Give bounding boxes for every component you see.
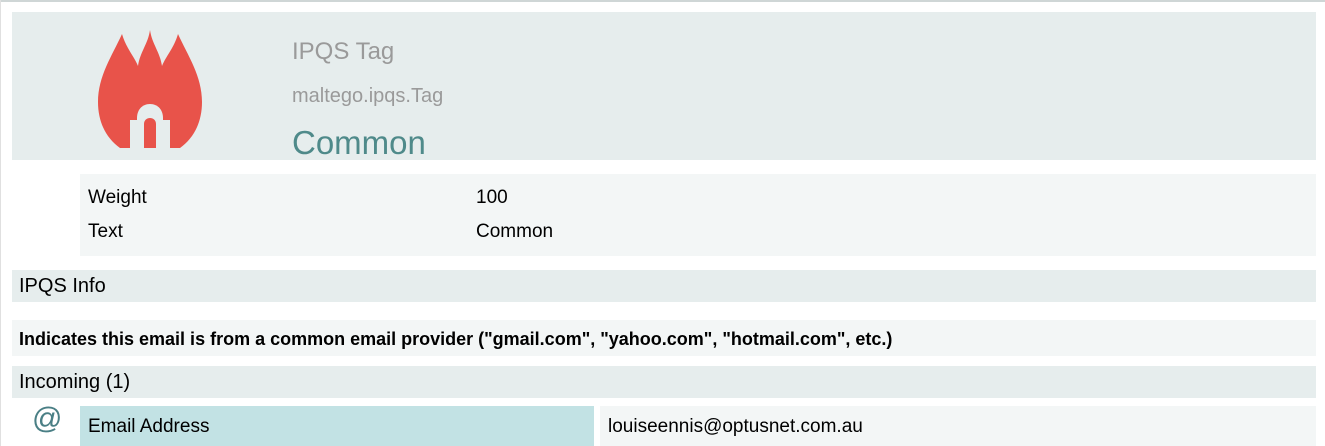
left-border: [0, 0, 1, 446]
link-value-label: louiseennis@optusnet.com.au: [608, 416, 863, 437]
link-entity-type[interactable]: Email Address: [80, 406, 594, 446]
section-title: Incoming (1): [19, 371, 131, 393]
ipqs-info-header: IPQS Info: [12, 270, 1316, 302]
property-row-text: Text Common: [80, 216, 1316, 248]
property-name: Weight: [88, 187, 147, 208]
at-sign-icon: @: [32, 402, 63, 435]
ipqs-info-description-row: Indicates this email is from a common em…: [12, 320, 1316, 356]
entity-value: Common: [292, 124, 426, 161]
flame-icon: [98, 30, 202, 148]
incoming-header: Incoming (1): [12, 366, 1316, 398]
incoming-link-row[interactable]: @ Email Address louiseennis@optusnet.com…: [12, 402, 1316, 446]
entity-type-name: IPQS Tag: [292, 38, 395, 65]
entity-type-id: maltego.ipqs.Tag: [292, 85, 444, 107]
properties-table: Weight 100 Text Common: [80, 174, 1316, 256]
entity-header: IPQS Tag maltego.ipqs.Tag Common: [12, 12, 1316, 161]
link-entity-value[interactable]: louiseennis@optusnet.com.au: [600, 406, 1316, 446]
top-border: [0, 0, 1325, 2]
property-row-weight: Weight 100: [80, 182, 1316, 214]
section-title: IPQS Info: [19, 275, 106, 297]
property-name: Text: [88, 221, 123, 242]
info-description: Indicates this email is from a common em…: [19, 329, 893, 349]
property-value: 100: [476, 187, 508, 208]
link-type-label: Email Address: [88, 416, 210, 437]
property-value: Common: [476, 221, 554, 242]
